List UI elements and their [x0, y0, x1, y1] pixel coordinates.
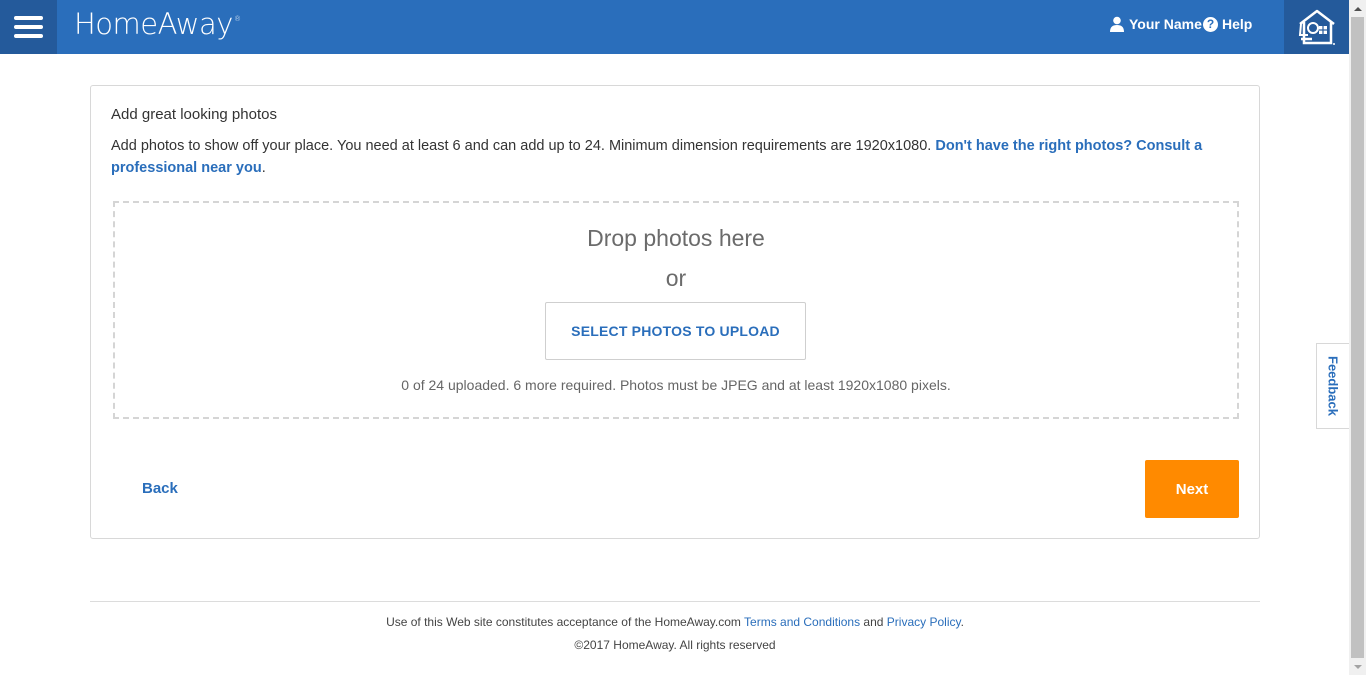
footer-and: and	[860, 615, 887, 629]
drop-title: Drop photos here	[587, 225, 765, 251]
homeaway-house-badge[interactable]	[1284, 0, 1349, 54]
homeaway-house-icon	[1298, 9, 1335, 45]
user-menu-link[interactable]: Your Name	[1109, 16, 1202, 32]
copyright-text: ©2017 HomeAway. All rights reserved	[574, 638, 776, 652]
footer-suffix: .	[960, 615, 964, 629]
terms-link[interactable]: Terms and Conditions	[744, 615, 860, 629]
logo-text: HomeAway	[74, 7, 233, 41]
scroll-up-arrow-icon[interactable]	[1349, 0, 1366, 17]
scroll-down-arrow-icon[interactable]	[1349, 658, 1366, 675]
upload-status-text: 0 of 24 uploaded. 6 more required. Photo…	[401, 377, 951, 393]
help-link[interactable]: ? Help	[1203, 16, 1252, 32]
help-label: Help	[1222, 16, 1253, 32]
registered-mark: ®	[233, 15, 241, 23]
section-title: Add great looking photos	[111, 106, 277, 123]
hamburger-icon-bar	[14, 25, 43, 29]
privacy-link[interactable]: Privacy Policy	[887, 615, 961, 629]
footer-legal-text: Use of this Web site constitutes accepta…	[90, 615, 1260, 629]
scroll-thumb[interactable]	[1351, 17, 1364, 658]
photo-drop-zone[interactable]: Drop photos here or SELECT PHOTOS TO UPL…	[113, 201, 1239, 419]
vertical-scrollbar[interactable]	[1349, 0, 1366, 675]
back-button[interactable]: Back	[142, 480, 178, 497]
user-icon	[1110, 16, 1124, 32]
section-description: Add photos to show off your place. You n…	[111, 135, 1231, 179]
description-end: .	[261, 160, 266, 176]
user-name-label: Your Name	[1129, 16, 1202, 32]
drop-or-text: or	[665, 265, 687, 291]
feedback-label: Feedback	[1325, 356, 1341, 416]
homeaway-logo[interactable]: HomeAway®	[74, 7, 241, 41]
footer-divider	[90, 601, 1260, 602]
select-photos-button[interactable]: SELECT PHOTOS TO UPLOAD	[545, 302, 806, 360]
hamburger-icon-bar	[14, 16, 43, 20]
footer-prefix: Use of this Web site constitutes accepta…	[386, 615, 745, 629]
photos-card: Add great looking photos Add photos to s…	[90, 85, 1260, 539]
top-header: HomeAway® Your Name ? Help	[0, 0, 1349, 54]
description-text: Add photos to show off your place. You n…	[111, 138, 936, 154]
menu-button[interactable]	[0, 0, 57, 54]
hamburger-icon-bar	[14, 34, 43, 38]
question-circle-icon: ?	[1203, 16, 1218, 32]
next-button[interactable]: Next	[1145, 460, 1239, 518]
feedback-tab[interactable]: Feedback	[1316, 343, 1349, 429]
